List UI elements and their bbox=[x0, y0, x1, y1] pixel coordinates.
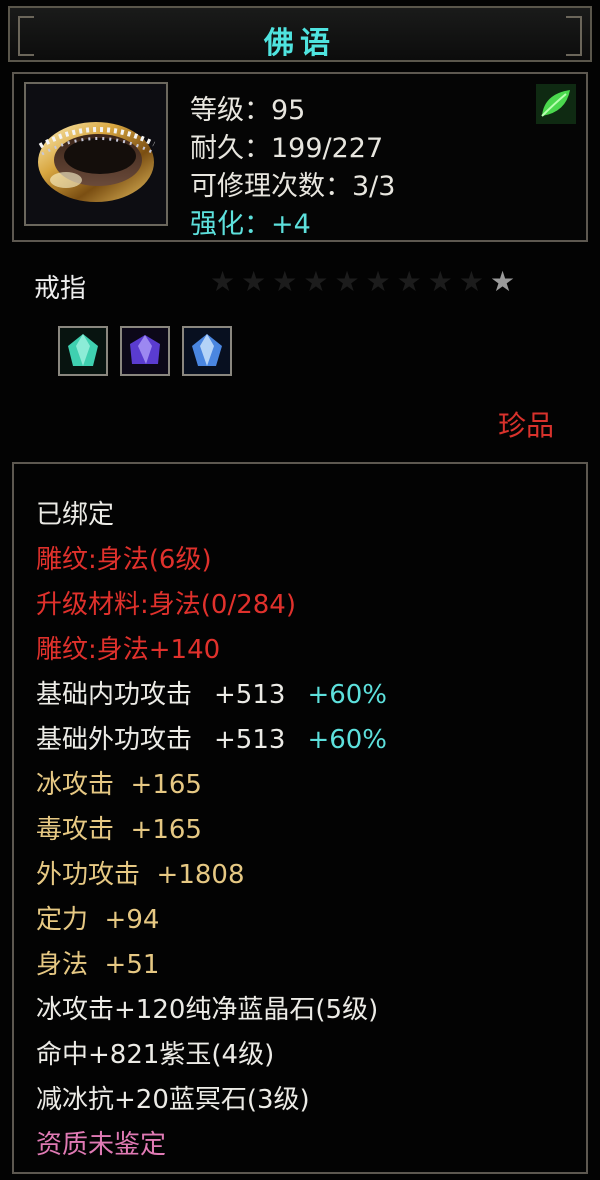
base-outer-value: +513 bbox=[214, 725, 286, 755]
enhance-label: 强化： bbox=[190, 209, 271, 240]
bound-status: 已绑定 bbox=[36, 500, 115, 530]
base-inner-percent: +60% bbox=[307, 680, 388, 710]
base-outer-attack: 基础外功攻击 +513 +60% bbox=[36, 719, 387, 756]
engrave-level: 雕纹:身法(6级) bbox=[36, 545, 212, 575]
item-header-panel: 等级：95 耐久：199/227 可修理次数：3/3 强化：+4 bbox=[12, 72, 588, 242]
green-gem-icon[interactable] bbox=[58, 326, 108, 376]
star-empty-icon: ★ bbox=[458, 265, 484, 298]
durability-line: 耐久：199/227 bbox=[190, 126, 383, 165]
durability-label: 耐久： bbox=[190, 133, 271, 164]
level-value: 95 bbox=[271, 95, 306, 126]
enhance-value: +4 bbox=[271, 209, 311, 240]
gem-bonus-2: 命中+821紫玉(4级) bbox=[36, 1040, 275, 1070]
star-empty-icon: ★ bbox=[272, 265, 298, 298]
outer-attack: 外功攻击 +1808 bbox=[36, 860, 245, 890]
item-tooltip: 佛语 等级：95 耐久：199/227 可修理次数：3/3 强化：+4 戒指 ★… bbox=[0, 0, 600, 1180]
base-inner-value: +513 bbox=[214, 680, 286, 710]
star-empty-icon: ★ bbox=[210, 265, 236, 298]
star-filled-icon: ★ bbox=[489, 265, 516, 298]
purple-gem-icon[interactable] bbox=[120, 326, 170, 376]
green-leaf-icon bbox=[536, 84, 576, 124]
agility-stat: 身法 +51 bbox=[36, 950, 160, 980]
star-empty-icon: ★ bbox=[427, 265, 453, 298]
repair-count-line: 可修理次数：3/3 bbox=[190, 164, 395, 203]
rarity-label: 珍品 bbox=[497, 409, 554, 442]
title-bar: 佛语 bbox=[8, 6, 592, 62]
gold-ring-icon bbox=[24, 82, 168, 226]
blue-gem-icon[interactable] bbox=[182, 326, 232, 376]
base-outer-percent: +60% bbox=[307, 725, 388, 755]
star-rating: ★ ★ ★ ★ ★ ★ ★ ★ ★ ★ bbox=[210, 266, 515, 298]
star-empty-icon: ★ bbox=[241, 265, 267, 298]
focus-stat: 定力 +94 bbox=[36, 905, 160, 935]
enhance-line: 强化：+4 bbox=[190, 202, 311, 241]
base-inner-label: 基础内功攻击 bbox=[36, 680, 193, 710]
quality-status: 资质未鉴定 bbox=[36, 1130, 167, 1160]
item-type: 戒指 bbox=[34, 274, 87, 304]
level-line: 等级：95 bbox=[190, 88, 305, 127]
durability-value: 199/227 bbox=[271, 133, 384, 164]
star-empty-icon: ★ bbox=[365, 265, 391, 298]
base-inner-attack: 基础内功攻击 +513 +60% bbox=[36, 674, 387, 711]
level-label: 等级： bbox=[190, 95, 271, 126]
ice-attack: 冰攻击 +165 bbox=[36, 770, 202, 800]
upgrade-material: 升级材料:身法(0/284) bbox=[36, 590, 296, 620]
star-empty-icon: ★ bbox=[303, 265, 329, 298]
star-empty-icon: ★ bbox=[334, 265, 360, 298]
repair-count-label: 可修理次数： bbox=[190, 171, 352, 202]
star-empty-icon: ★ bbox=[396, 265, 422, 298]
gem-bonus-3: 减冰抗+20蓝冥石(3级) bbox=[36, 1085, 310, 1115]
base-outer-label: 基础外功攻击 bbox=[36, 725, 193, 755]
poison-attack: 毒攻击 +165 bbox=[36, 815, 202, 845]
gem-bonus-1: 冰攻击+120纯净蓝晶石(5级) bbox=[36, 995, 379, 1025]
repair-count-value: 3/3 bbox=[352, 171, 396, 202]
engrave-bonus: 雕纹:身法+140 bbox=[36, 635, 221, 665]
attributes-panel: 已绑定 雕纹:身法(6级) 升级材料:身法(0/284) 雕纹:身法+140 基… bbox=[12, 462, 588, 1174]
item-name: 佛语 bbox=[264, 26, 336, 61]
